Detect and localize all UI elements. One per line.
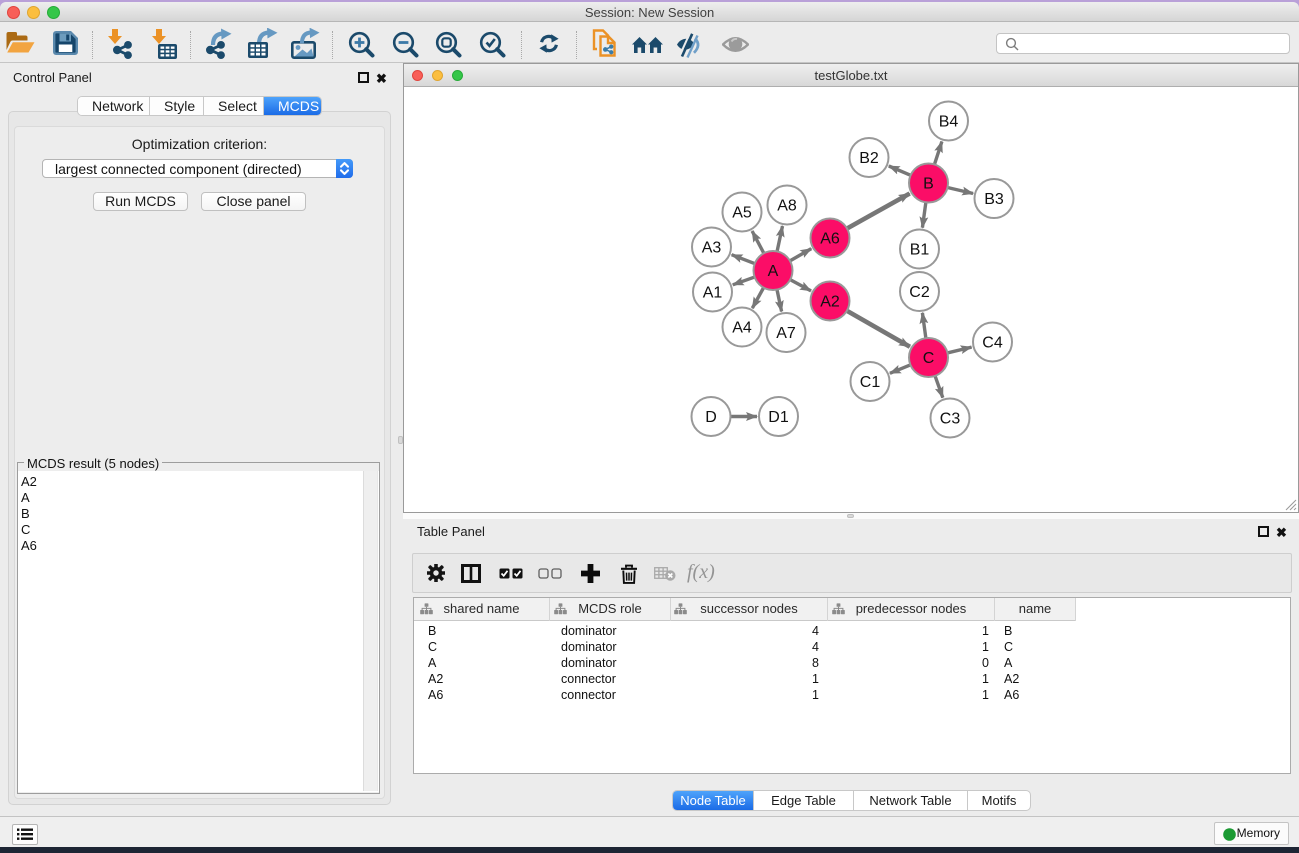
svg-text:B3: B3 bbox=[984, 191, 1004, 208]
svg-text:A7: A7 bbox=[776, 325, 796, 342]
svg-text:C1: C1 bbox=[860, 374, 881, 391]
svg-text:C2: C2 bbox=[909, 284, 930, 301]
svg-text:B: B bbox=[923, 176, 934, 193]
svg-text:B4: B4 bbox=[939, 114, 959, 131]
svg-text:C: C bbox=[923, 350, 935, 367]
svg-text:A3: A3 bbox=[702, 240, 722, 257]
svg-text:A5: A5 bbox=[732, 205, 752, 222]
svg-text:B1: B1 bbox=[910, 242, 930, 259]
svg-text:A: A bbox=[768, 263, 779, 280]
svg-text:A2: A2 bbox=[820, 294, 840, 311]
svg-text:A6: A6 bbox=[820, 231, 840, 248]
svg-text:A4: A4 bbox=[732, 320, 752, 337]
svg-text:D: D bbox=[705, 409, 717, 426]
svg-text:C3: C3 bbox=[940, 411, 961, 428]
svg-text:A8: A8 bbox=[777, 198, 797, 215]
svg-text:D1: D1 bbox=[768, 409, 789, 426]
svg-text:A1: A1 bbox=[703, 285, 723, 302]
svg-text:B2: B2 bbox=[859, 150, 879, 167]
svg-text:C4: C4 bbox=[982, 335, 1003, 352]
